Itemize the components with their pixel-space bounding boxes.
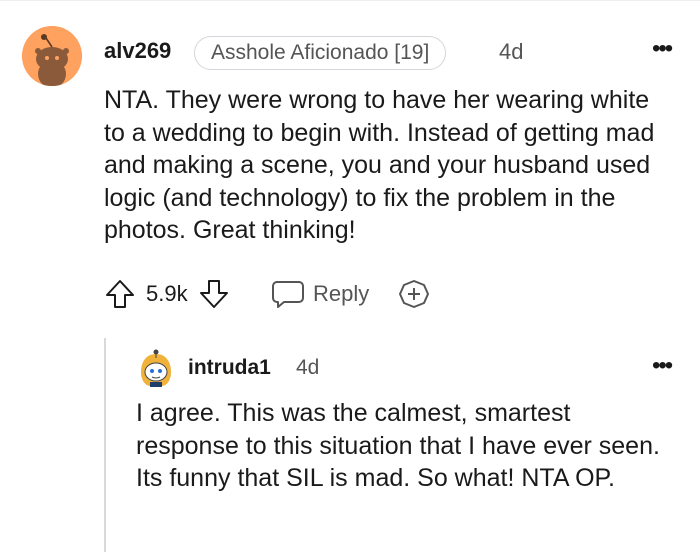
award-icon[interactable] bbox=[398, 279, 430, 309]
user-avatar[interactable] bbox=[22, 26, 82, 86]
reply-author[interactable]: intruda1 bbox=[188, 356, 271, 380]
snoo-avatar-icon bbox=[22, 26, 82, 86]
vote-score: 5.9k bbox=[146, 281, 188, 306]
upvote-icon[interactable] bbox=[104, 278, 136, 310]
snoo-avatar-icon bbox=[141, 349, 171, 387]
reply-label: Reply bbox=[313, 281, 370, 306]
reply-timestamp[interactable]: 4d bbox=[296, 356, 319, 380]
comment-actions: 5.9k Reply bbox=[0, 276, 700, 312]
reply-user-avatar[interactable] bbox=[138, 348, 174, 388]
downvote-icon[interactable] bbox=[198, 278, 230, 310]
comment-bubble-icon bbox=[271, 279, 305, 309]
reply-body: I agree. This was the calmest, smartest … bbox=[136, 399, 660, 492]
thread-line[interactable] bbox=[104, 338, 106, 552]
comment-body: NTA. They were wrong to have her wearing… bbox=[104, 86, 655, 244]
user-flair: Asshole Aficionado [19] bbox=[194, 36, 447, 70]
comment-timestamp[interactable]: 4d bbox=[499, 39, 523, 65]
reply-more-options-button[interactable]: ••• bbox=[652, 352, 673, 380]
more-options-button[interactable]: ••• bbox=[652, 35, 673, 63]
comment-author[interactable]: alv269 bbox=[104, 38, 171, 64]
top-divider bbox=[0, 0, 700, 1]
